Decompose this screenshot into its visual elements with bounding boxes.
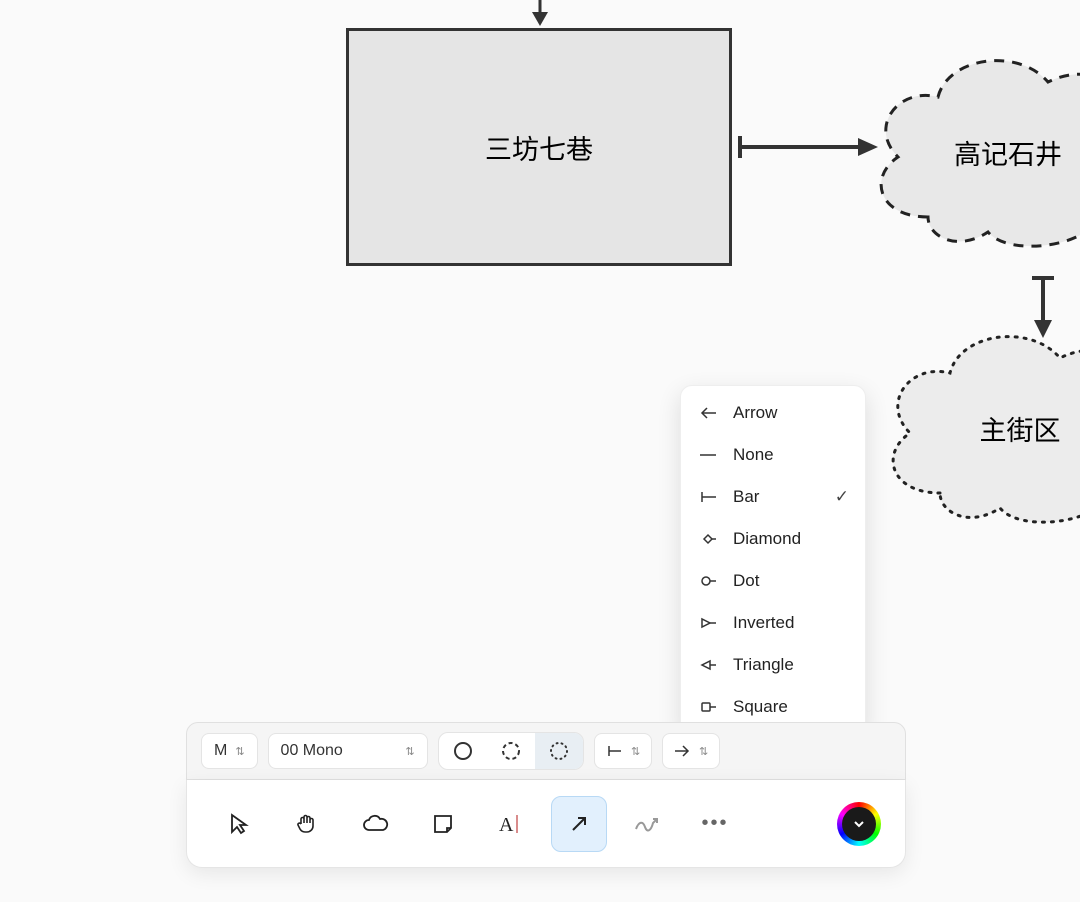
- arrowhead-option-inverted[interactable]: Inverted: [681, 602, 865, 644]
- node-cloud-dashed[interactable]: 高记石井: [868, 37, 1080, 267]
- caret-icon: ⇅: [405, 745, 414, 758]
- more-tools[interactable]: •••: [687, 796, 743, 852]
- menu-item-label: Diamond: [733, 529, 801, 549]
- font-select[interactable]: 00 Mono ⇅: [268, 733, 428, 769]
- chevron-down-icon: [842, 807, 876, 841]
- node-label: 高记石井: [954, 133, 1062, 172]
- color-picker[interactable]: [837, 802, 881, 846]
- cloud-icon: [360, 812, 390, 836]
- size-label: M: [214, 742, 227, 760]
- square-icon: [697, 700, 719, 714]
- svg-text:A: A: [499, 814, 514, 836]
- ellipsis-icon: •••: [701, 812, 728, 835]
- diamond-icon: [697, 532, 719, 546]
- menu-item-label: Arrow: [733, 403, 777, 423]
- arrowhead-option-triangle[interactable]: Triangle: [681, 644, 865, 686]
- cloud-tool[interactable]: [347, 796, 403, 852]
- node-cloud-dotted[interactable]: 主街区: [880, 323, 1080, 533]
- menu-item-label: Inverted: [733, 613, 794, 633]
- triangle-icon: [697, 658, 719, 672]
- arrow-left-icon: [697, 406, 719, 420]
- menu-item-label: Triangle: [733, 655, 794, 675]
- arrow-end-icon: [673, 744, 693, 758]
- bar-start-icon: [605, 744, 625, 758]
- arrow-tool[interactable]: [551, 796, 607, 852]
- toolbar: M ⇅ 00 Mono ⇅ ⇅ ⇅: [186, 722, 906, 868]
- node-label: 主街区: [980, 409, 1061, 448]
- border-solid[interactable]: [439, 733, 487, 769]
- text-tool[interactable]: A: [483, 796, 539, 852]
- caret-icon: ⇅: [235, 745, 244, 758]
- font-label: 00 Mono: [281, 742, 343, 760]
- caret-icon: ⇅: [631, 745, 640, 758]
- cursor-icon: [226, 811, 252, 837]
- main-tool-bar: A •••: [186, 780, 906, 868]
- edge-arrow-down: [520, 0, 560, 30]
- menu-item-label: Square: [733, 697, 788, 717]
- node-label: 三坊七巷: [485, 128, 593, 167]
- arrowhead-option-arrow[interactable]: Arrow: [681, 392, 865, 434]
- arrow-diag-icon: [567, 812, 591, 836]
- sticky-note-icon: [430, 811, 456, 837]
- bar-icon: [697, 490, 719, 504]
- node-rectangle[interactable]: 三坊七巷: [346, 28, 732, 266]
- border-dashed[interactable]: [487, 733, 535, 769]
- arrowhead-option-bar[interactable]: Bar ✓: [681, 476, 865, 518]
- arrowhead-end-select[interactable]: ⇅: [662, 733, 720, 769]
- hand-icon: [293, 810, 321, 838]
- text-cursor-icon: A: [497, 811, 525, 837]
- menu-item-label: Dot: [733, 571, 759, 591]
- arrowhead-option-dot[interactable]: Dot: [681, 560, 865, 602]
- hand-tool[interactable]: [279, 796, 335, 852]
- border-dotted[interactable]: [535, 733, 583, 769]
- caret-icon: ⇅: [699, 745, 708, 758]
- note-tool[interactable]: [415, 796, 471, 852]
- border-style-segment: [438, 732, 584, 770]
- size-select[interactable]: M ⇅: [201, 733, 258, 769]
- arrowhead-option-diamond[interactable]: Diamond: [681, 518, 865, 560]
- menu-item-label: Bar: [733, 487, 759, 507]
- scribble-icon: [633, 813, 661, 835]
- arrowhead-start-select[interactable]: ⇅: [594, 733, 652, 769]
- style-bar: M ⇅ 00 Mono ⇅ ⇅ ⇅: [186, 722, 906, 780]
- arrowhead-start-menu[interactable]: Arrow None Bar ✓ Diamond Dot Inverted: [680, 385, 866, 735]
- check-icon: ✓: [835, 487, 849, 507]
- inverted-triangle-icon: [697, 616, 719, 630]
- edge-bar-arrow: [734, 132, 884, 162]
- select-tool[interactable]: [211, 796, 267, 852]
- arrowhead-option-none[interactable]: None: [681, 434, 865, 476]
- dot-icon: [697, 574, 719, 588]
- draw-tool[interactable]: [619, 796, 675, 852]
- menu-item-label: None: [733, 445, 774, 465]
- line-icon: [697, 448, 719, 462]
